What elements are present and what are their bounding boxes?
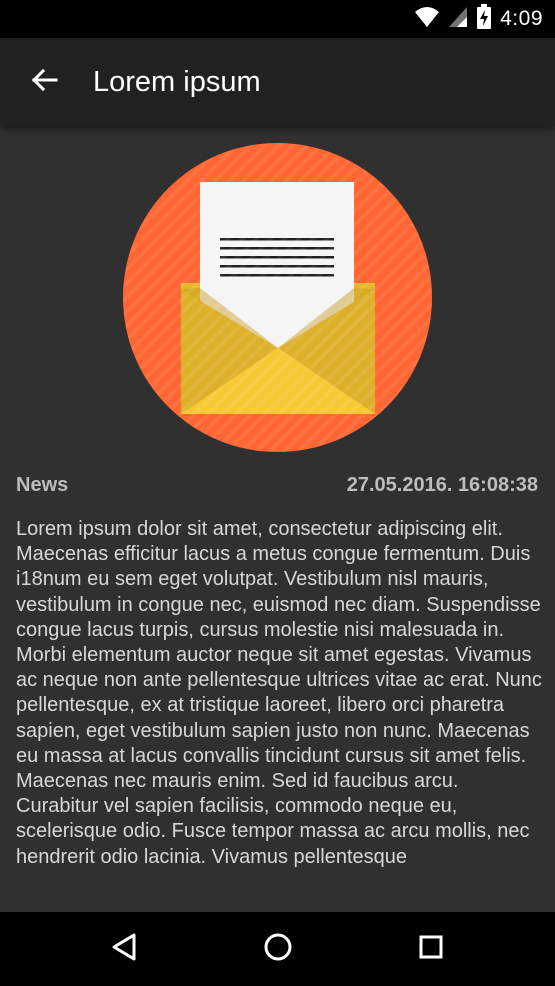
page-title: Lorem ipsum — [93, 66, 261, 98]
navigation-bar — [0, 912, 555, 986]
back-button[interactable] — [18, 56, 70, 108]
status-icons: 4:09 — [414, 0, 543, 38]
wifi-icon — [414, 6, 440, 33]
recents-square-icon — [417, 933, 445, 966]
arrow-back-icon — [30, 66, 58, 99]
app-bar: Lorem ipsum — [0, 38, 555, 126]
status-bar: 4:09 — [0, 0, 555, 38]
article-datetime: 27.05.2016. 16:08:38 — [346, 473, 538, 496]
battery-charging-icon — [476, 3, 492, 35]
status-time: 4:09 — [500, 7, 543, 30]
category-label: News — [16, 473, 69, 496]
article-body: Lorem ipsum dolor sit amet, consectetur … — [16, 518, 542, 868]
nav-recents-button[interactable] — [391, 912, 471, 986]
article-meta: News 27.05.2016. 16:08:38 — [16, 471, 538, 499]
nav-home-button[interactable] — [238, 912, 318, 986]
nav-back-button[interactable] — [84, 912, 164, 986]
back-triangle-icon — [110, 932, 138, 967]
envelope-letter-icon — [123, 143, 432, 452]
article-content[interactable]: News 27.05.2016. 16:08:38 Lorem ipsum do… — [0, 126, 555, 912]
home-circle-icon — [263, 932, 293, 967]
signal-icon — [448, 6, 468, 33]
screen: 4:09 Lorem ipsum News 27.05.2016. 16:08:… — [0, 0, 555, 986]
